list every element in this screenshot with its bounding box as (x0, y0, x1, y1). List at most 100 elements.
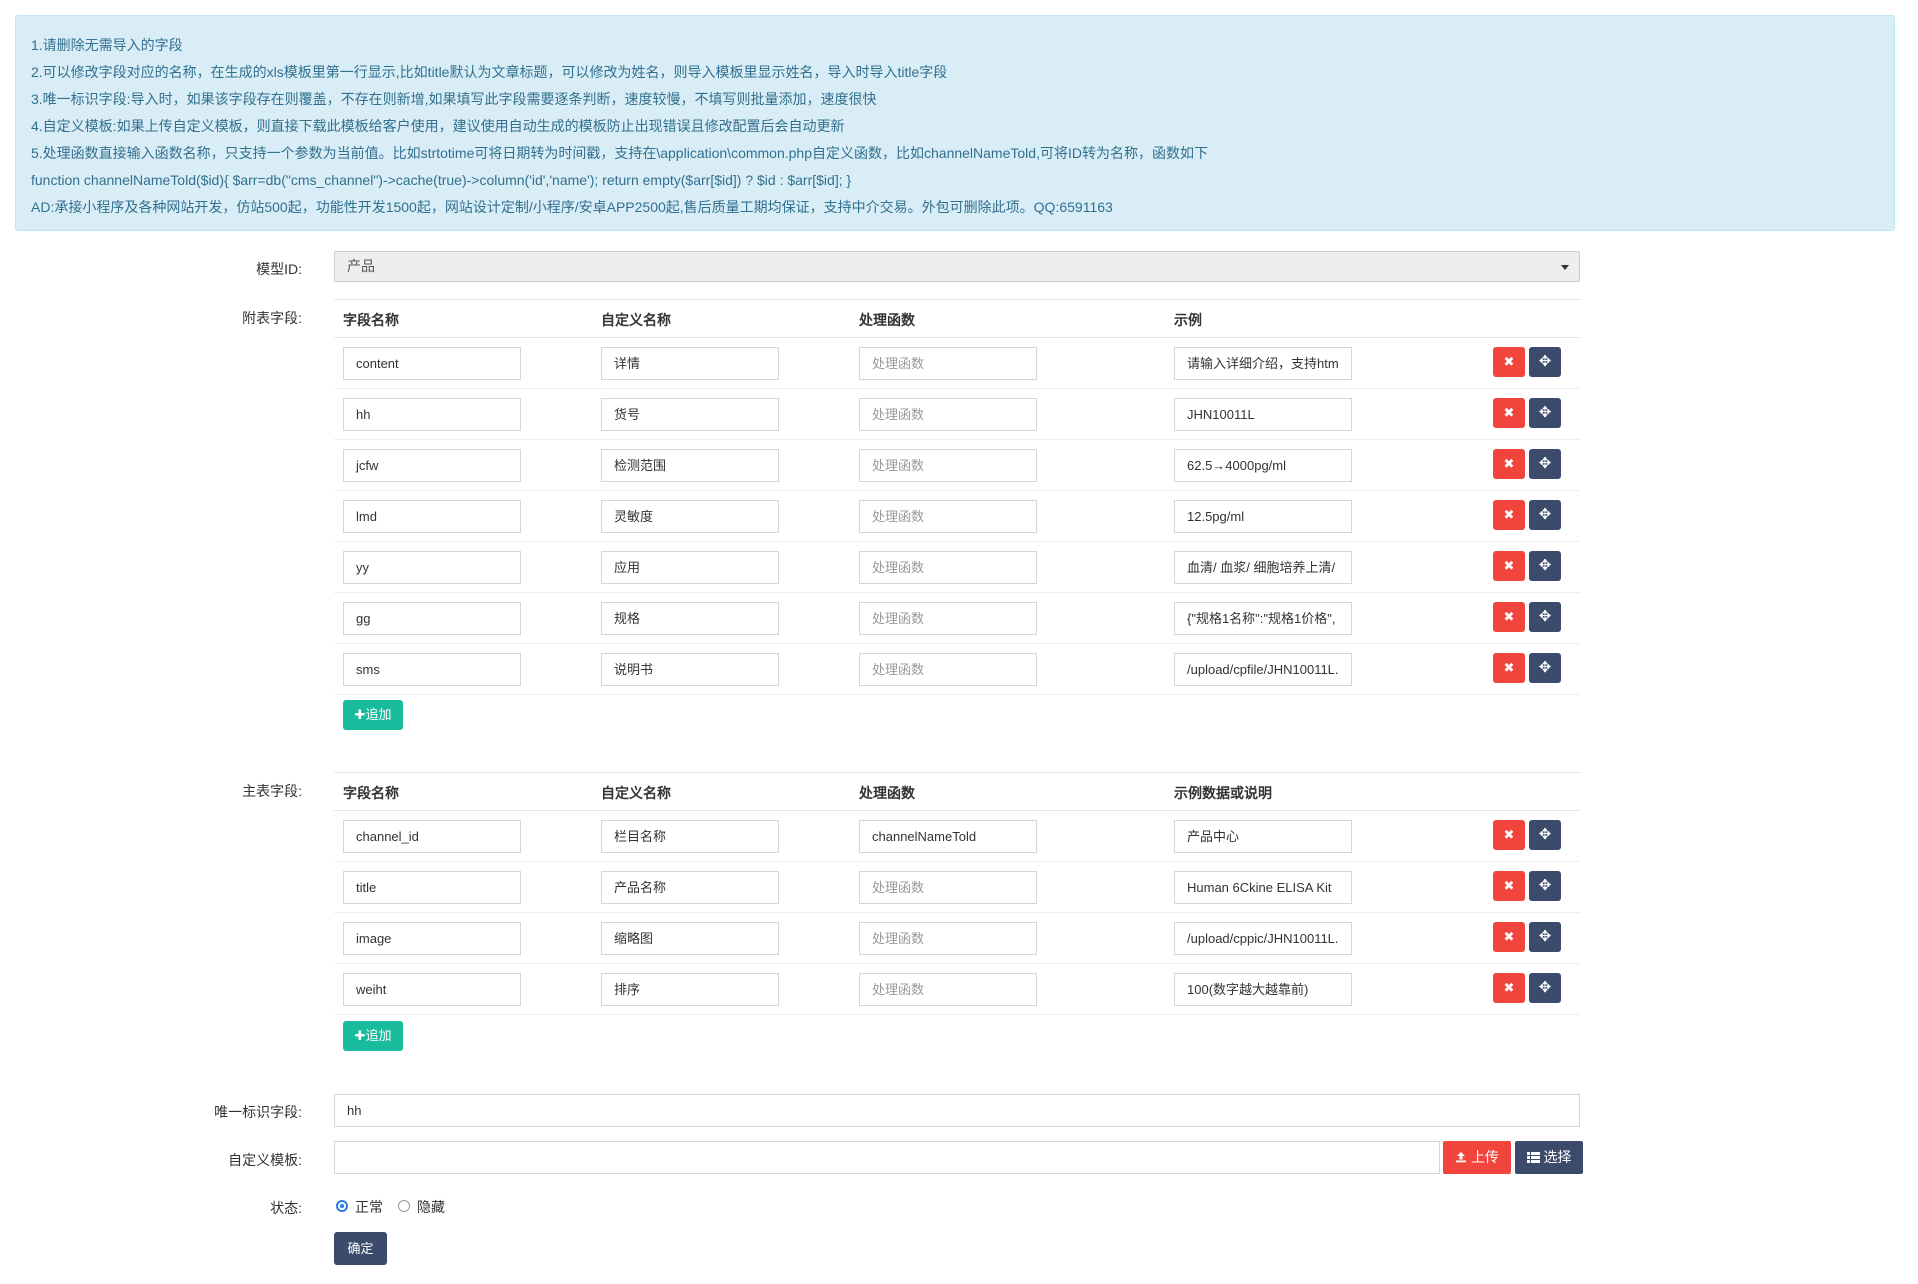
status-hidden-label[interactable]: 隐藏 (417, 1197, 445, 1217)
field-name-input[interactable]: lmd (343, 500, 521, 533)
delete-row-button[interactable]: ✖ (1493, 602, 1525, 632)
drag-row-button[interactable]: ✥ (1529, 398, 1561, 428)
add-sub-field-button[interactable]: ✚追加 (343, 700, 403, 730)
field-name-input[interactable]: gg (343, 602, 521, 635)
delete-row-button[interactable]: ✖ (1493, 871, 1525, 901)
field-name-input[interactable]: weiht (343, 973, 521, 1006)
delete-row-button[interactable]: ✖ (1493, 500, 1525, 530)
unique-field-input[interactable]: hh (334, 1094, 1580, 1127)
field-name-input[interactable]: image (343, 922, 521, 955)
notice-line: 2.可以修改字段对应的名称，在生成的xls模板里第一行显示,比如title默认为… (31, 64, 948, 80)
field-name-input[interactable]: sms (343, 653, 521, 686)
table-row: sms 说明书 处理函数/upload/cpfile/JHN10011L. ✖ ✥ (334, 644, 1580, 695)
delete-row-button[interactable]: ✖ (1493, 820, 1525, 850)
field-name-input[interactable]: title (343, 871, 521, 904)
custom-name-value: 缩略图 (614, 931, 654, 946)
header-custom-name: 自定义名称 (601, 785, 671, 801)
delete-row-button[interactable]: ✖ (1493, 922, 1525, 952)
drag-row-button[interactable]: ✥ (1529, 820, 1561, 850)
custom-name-value: 产品名称 (614, 880, 667, 895)
function-input[interactable]: 处理函数 (859, 347, 1037, 380)
delete-row-button[interactable]: ✖ (1493, 973, 1525, 1003)
table-row: channel_id 栏目名称 channelNameTold 产品中心 ✖ ✥ (334, 811, 1580, 862)
model-select[interactable]: 产品 (334, 251, 1580, 282)
function-input[interactable]: 处理函数 (859, 973, 1037, 1006)
example-input[interactable]: /upload/cppic/JHN10011L. (1174, 922, 1352, 955)
field-name-input[interactable]: content (343, 347, 521, 380)
function-input[interactable]: 处理函数 (859, 500, 1037, 533)
field-name-value: image (356, 931, 392, 946)
example-input[interactable]: 请输入详细介绍，支持htm (1174, 347, 1352, 380)
model-select-value: 产品 (347, 258, 375, 274)
custom-name-input[interactable]: 应用 (601, 551, 779, 584)
function-input[interactable]: 处理函数 (859, 922, 1037, 955)
function-input[interactable]: 处理函数 (859, 449, 1037, 482)
custom-name-input[interactable]: 规格 (601, 602, 779, 635)
drag-row-button[interactable]: ✥ (1529, 500, 1561, 530)
add-main-field-button[interactable]: ✚追加 (343, 1021, 403, 1051)
example-input[interactable]: {"规格1名称":"规格1价格", (1174, 602, 1352, 635)
choose-button[interactable]: 选择 (1515, 1141, 1583, 1174)
drag-row-button[interactable]: ✥ (1529, 449, 1561, 479)
example-value: 产品中心 (1187, 829, 1240, 844)
example-input[interactable]: 血清/ 血浆/ 细胞培养上清/ (1174, 551, 1352, 584)
custom-name-input[interactable]: 检测范围 (601, 449, 779, 482)
move-arrows-icon: ✥ (1538, 506, 1552, 523)
function-input[interactable]: 处理函数 (859, 602, 1037, 635)
submit-label: 确定 (347, 1241, 374, 1256)
drag-row-button[interactable]: ✥ (1529, 653, 1561, 683)
close-icon: ✖ (1503, 558, 1515, 573)
example-input[interactable]: 产品中心 (1174, 820, 1352, 853)
custom-name-input[interactable]: 产品名称 (601, 871, 779, 904)
custom-name-input[interactable]: 灵敏度 (601, 500, 779, 533)
example-input[interactable]: 100(数字越大越靠前) (1174, 973, 1352, 1006)
drag-row-button[interactable]: ✥ (1529, 871, 1561, 901)
custom-name-value: 说明书 (614, 662, 654, 677)
example-input[interactable]: Human 6Ckine ELISA Kit (1174, 871, 1352, 904)
drag-row-button[interactable]: ✥ (1529, 973, 1561, 1003)
notice-line: AD:承接小程序及各种网站开发，仿站500起，功能性开发1500起，网站设计定制… (31, 199, 1113, 215)
close-icon: ✖ (1503, 878, 1515, 893)
custom-name-input[interactable]: 说明书 (601, 653, 779, 686)
status-hidden-radio[interactable] (398, 1200, 410, 1212)
delete-row-button[interactable]: ✖ (1493, 347, 1525, 377)
upload-button[interactable]: 上传 (1443, 1141, 1511, 1174)
function-input[interactable]: 处理函数 (859, 653, 1037, 686)
custom-name-input[interactable]: 栏目名称 (601, 820, 779, 853)
drag-row-button[interactable]: ✥ (1529, 922, 1561, 952)
example-input[interactable]: 62.5→4000pg/ml (1174, 449, 1352, 482)
example-input[interactable]: 12.5pg/ml (1174, 500, 1352, 533)
function-value: 处理函数 (872, 611, 925, 626)
drag-row-button[interactable]: ✥ (1529, 602, 1561, 632)
drag-row-button[interactable]: ✥ (1529, 347, 1561, 377)
example-input[interactable]: JHN10011L (1174, 398, 1352, 431)
notice-line: 4.自定义模板:如果上传自定义模板，则直接下载此模板给客户使用，建议使用自动生成… (31, 118, 845, 134)
submit-button[interactable]: 确定 (334, 1232, 387, 1265)
custom-template-label: 自定义模板: (228, 1152, 302, 1168)
field-name-input[interactable]: hh (343, 398, 521, 431)
custom-name-input[interactable]: 排序 (601, 973, 779, 1006)
example-value: 100(数字越大越靠前) (1187, 982, 1309, 997)
function-value: 处理函数 (872, 356, 925, 371)
delete-row-button[interactable]: ✖ (1493, 653, 1525, 683)
status-normal-label[interactable]: 正常 (355, 1197, 383, 1217)
field-name-input[interactable]: yy (343, 551, 521, 584)
delete-row-button[interactable]: ✖ (1493, 398, 1525, 428)
drag-row-button[interactable]: ✥ (1529, 551, 1561, 581)
delete-row-button[interactable]: ✖ (1493, 551, 1525, 581)
function-value: 处理函数 (872, 458, 925, 473)
custom-name-input[interactable]: 货号 (601, 398, 779, 431)
custom-name-input[interactable]: 缩略图 (601, 922, 779, 955)
custom-name-input[interactable]: 详情 (601, 347, 779, 380)
custom-template-input[interactable] (334, 1141, 1440, 1174)
example-value: 12.5pg/ml (1187, 509, 1245, 524)
delete-row-button[interactable]: ✖ (1493, 449, 1525, 479)
field-name-input[interactable]: jcfw (343, 449, 521, 482)
function-input[interactable]: channelNameTold (859, 820, 1037, 853)
function-input[interactable]: 处理函数 (859, 398, 1037, 431)
field-name-input[interactable]: channel_id (343, 820, 521, 853)
example-input[interactable]: /upload/cpfile/JHN10011L. (1174, 653, 1352, 686)
status-normal-radio[interactable] (336, 1200, 348, 1212)
function-input[interactable]: 处理函数 (859, 871, 1037, 904)
function-input[interactable]: 处理函数 (859, 551, 1037, 584)
